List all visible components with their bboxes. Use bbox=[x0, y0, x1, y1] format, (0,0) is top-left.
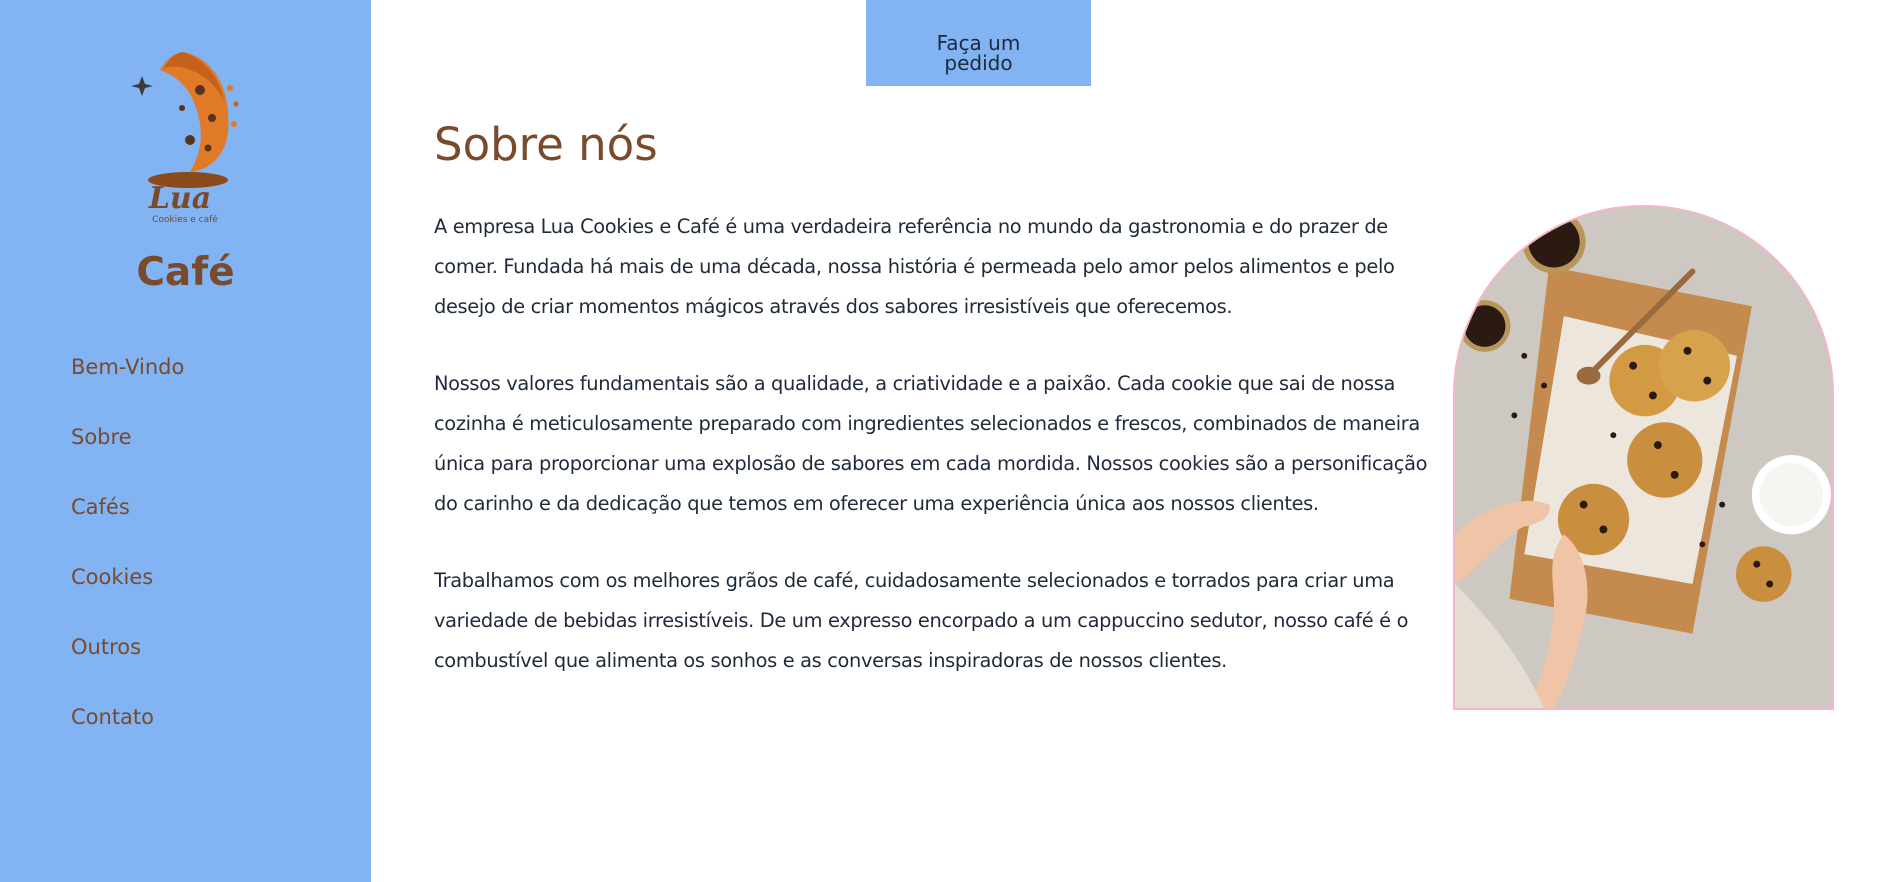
sidebar-nav: Bem-Vindo Sobre Cafés Cookies Outros Con… bbox=[71, 352, 184, 772]
order-button[interactable]: Faça um pedido bbox=[866, 0, 1091, 86]
sidebar-item-cookies[interactable]: Cookies bbox=[71, 562, 184, 632]
about-paragraph-2: Nossos valores fundamentais são a qualid… bbox=[434, 372, 1428, 515]
sidebar-item-sobre[interactable]: Sobre bbox=[71, 422, 184, 492]
sidebar-item-cafes[interactable]: Cafés bbox=[71, 492, 184, 562]
sidebar: Lua Cookies e café Café Bem-Vindo Sobre … bbox=[0, 0, 371, 882]
cookies-photo bbox=[1453, 205, 1834, 710]
brand-title: Café bbox=[136, 250, 235, 295]
sidebar-item-bem-vindo[interactable]: Bem-Vindo bbox=[71, 352, 184, 422]
about-paragraph-3: Trabalhamos com os melhores grãos de caf… bbox=[434, 569, 1409, 672]
cookie-moon-logo-icon[interactable]: Lua Cookies e café bbox=[120, 48, 250, 226]
svg-text:Lua: Lua bbox=[148, 181, 211, 216]
about-paragraph-1: A empresa Lua Cookies e Café é uma verda… bbox=[434, 215, 1395, 318]
about-section: A empresa Lua Cookies e Café é uma verda… bbox=[434, 207, 1434, 718]
sidebar-item-outros[interactable]: Outros bbox=[71, 632, 184, 702]
svg-text:Cookies e café: Cookies e café bbox=[152, 214, 218, 225]
page-title: Sobre nós bbox=[434, 118, 658, 171]
sidebar-item-contato[interactable]: Contato bbox=[71, 702, 184, 772]
